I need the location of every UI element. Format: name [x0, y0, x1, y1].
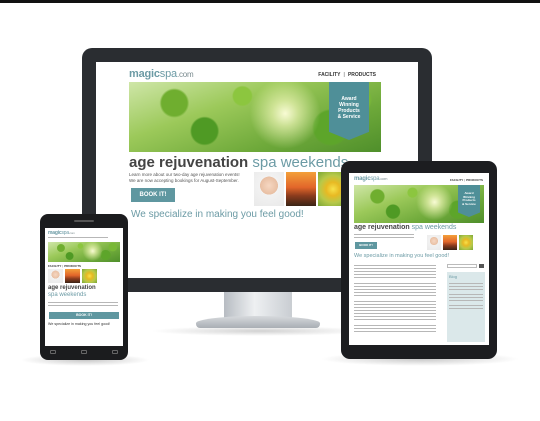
phone-screen: magicspa.com FACILITY|PRODUCTS age rejuv… — [45, 228, 123, 346]
tablet-nav-facility[interactable]: FACILITY — [450, 178, 463, 182]
phone-nav-facility[interactable]: FACILITY — [48, 264, 61, 268]
tablet-screen: magicspa.com FACILITY|PRODUCTS Award Winn… — [349, 173, 489, 345]
phone-face-thumbnail — [48, 269, 63, 283]
award-ribbon: Award Winning Products & Service — [329, 82, 369, 140]
desktop-headline: age rejuvenation spa weekends — [129, 154, 349, 171]
monitor-stand-base — [196, 316, 320, 328]
phone-hero-banner — [48, 242, 120, 262]
tablet-sunset-thumbnail — [443, 235, 457, 250]
tablet-book-button[interactable]: BOOK IT! — [355, 242, 377, 249]
desktop-intro: Learn more about our two-day age rejuven… — [129, 172, 240, 183]
desktop-book-button[interactable]: BOOK IT! — [131, 188, 175, 202]
phone-menu-key[interactable] — [112, 350, 118, 354]
phone-nav-products[interactable]: PRODUCTS — [64, 264, 81, 268]
face-thumbnail — [254, 172, 284, 206]
phone-book-button[interactable]: BOOK IT! — [49, 312, 119, 319]
tablet-search-input[interactable] — [447, 264, 477, 268]
tablet-sidebar: Blog — [447, 272, 485, 342]
tablet-body-text — [354, 265, 436, 334]
phone-tagline: We specialize in making you feel good! — [48, 322, 111, 326]
phone-body-text — [48, 302, 118, 308]
phone-home-key[interactable] — [81, 350, 87, 354]
top-border — [0, 0, 540, 3]
phone-headline: age rejuvenation spa weekends — [48, 285, 96, 298]
phone-nav: FACILITY|PRODUCTS — [48, 264, 82, 268]
tablet-logo[interactable]: magicspa.com — [354, 176, 387, 182]
nav-products[interactable]: PRODUCTS — [348, 72, 376, 78]
tablet-headline: age rejuvenation spa weekends — [354, 224, 457, 231]
phone-speaker — [74, 220, 94, 222]
desktop-hero-banner: Award Winning Products & Service — [129, 82, 381, 152]
desktop-nav: FACILITY | PRODUCTS — [318, 72, 376, 78]
tablet-face-thumbnail — [427, 235, 441, 250]
desktop-logo[interactable]: magicspa.com — [129, 68, 194, 80]
tablet-sidebar-title: Blog — [449, 274, 458, 279]
tablet-tagline: We specialize in making you feel good! — [354, 253, 449, 259]
phone-nav-keys — [50, 350, 118, 356]
sunset-thumbnail — [286, 172, 316, 206]
tablet-device: magicspa.com FACILITY|PRODUCTS Award Winn… — [341, 161, 497, 359]
phone-device: magicspa.com FACILITY|PRODUCTS age rejuv… — [40, 214, 128, 360]
tablet-hero-banner: Award Winning Products & Service — [354, 185, 484, 223]
phone-sunset-thumbnail — [65, 269, 80, 283]
phone-intro — [48, 237, 108, 240]
tablet-social-icon[interactable] — [479, 264, 484, 268]
desktop-tagline: We specialize in making you feel good! — [131, 209, 304, 220]
tablet-nav: FACILITY|PRODUCTS — [449, 178, 483, 182]
tablet-intro — [354, 234, 414, 240]
tablet-flower-thumbnail — [459, 235, 473, 250]
phone-flower-thumbnail — [82, 269, 97, 283]
nav-facility[interactable]: FACILITY — [318, 72, 340, 78]
tablet-award-ribbon: Award Winning Products & Service — [458, 185, 480, 217]
phone-logo[interactable]: magicspa.com — [48, 230, 75, 236]
phone-back-key[interactable] — [50, 350, 56, 354]
tablet-nav-products[interactable]: PRODUCTS — [466, 178, 483, 182]
